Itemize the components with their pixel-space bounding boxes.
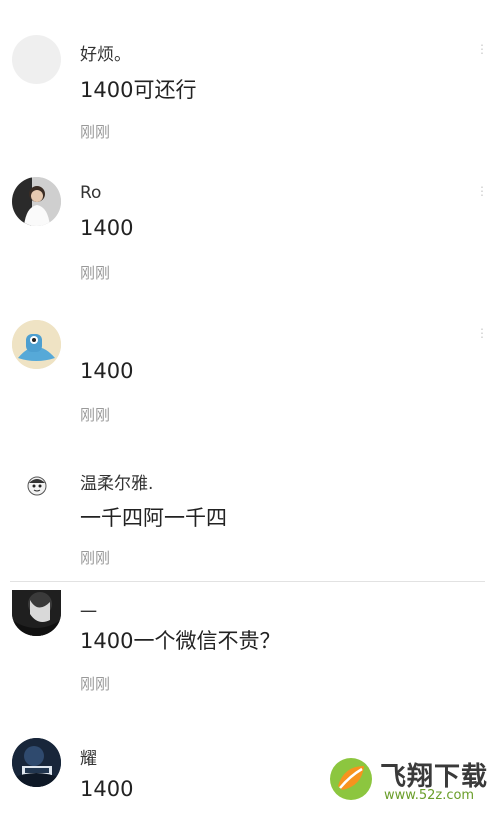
dark-portrait-avatar-icon[interactable] <box>12 590 61 636</box>
small-cartoon-face-avatar-icon[interactable] <box>26 475 48 497</box>
comment-text: 1400 <box>80 777 134 801</box>
leaf-logo-icon <box>328 756 374 802</box>
comment-text: 1400 <box>80 216 134 240</box>
watermark: 飞翔下载 www.52z.com <box>328 752 498 808</box>
comment-text: 1400可还行 <box>80 78 197 102</box>
blank-avatar-icon[interactable] <box>12 35 61 84</box>
more-dot-icon[interactable]: ⋮ <box>476 184 488 198</box>
comment-author[interactable]: 一 <box>80 598 97 623</box>
section-divider <box>10 581 485 582</box>
comment-time: 刚刚 <box>80 123 111 141</box>
comment-time: 刚刚 <box>80 549 111 567</box>
blue-cartoon-creature-avatar-icon[interactable] <box>12 320 61 369</box>
more-dot-icon[interactable]: ⋮ <box>476 326 488 340</box>
comment-time: 刚刚 <box>80 406 111 424</box>
watermark-url: www.52z.com <box>384 788 475 803</box>
comment-author[interactable]: 耀 <box>80 744 97 769</box>
comment-time: 刚刚 <box>80 675 111 693</box>
dark-blue-photo-avatar-icon[interactable] <box>12 738 61 787</box>
comment-author[interactable]: Ro <box>80 183 101 203</box>
more-dot-icon[interactable]: ⋮ <box>476 42 488 56</box>
comment-author[interactable]: 好烦。 <box>80 40 131 65</box>
comment-time: 刚刚 <box>80 264 111 282</box>
comment-text: 1400 <box>80 359 134 383</box>
comment-text: 一千四阿一千四 <box>80 506 227 530</box>
comment-author[interactable]: 温柔尔雅. <box>80 469 153 494</box>
comment-text: 1400一个微信不贵？ <box>80 629 281 653</box>
person-in-white-avatar-icon[interactable] <box>12 177 61 226</box>
